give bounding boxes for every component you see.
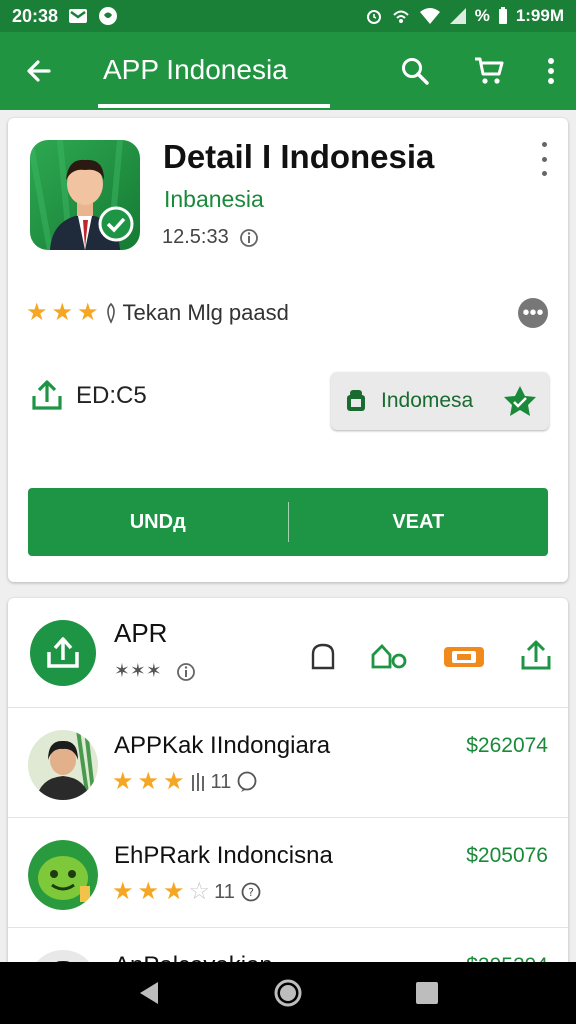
primary-action-button[interactable]: UNDд (28, 511, 288, 534)
more-options-icon[interactable]: ••• (518, 298, 548, 328)
status-time-right: 1:99M (515, 6, 564, 25)
share-row[interactable]: ED:C5 (30, 380, 147, 412)
bookmark-icon[interactable] (310, 642, 336, 670)
edit-icon[interactable] (370, 641, 408, 671)
list-item[interactable]: APPKak IIndongiara $262074 ★ ★ ★ 11 (8, 708, 568, 818)
search-button[interactable] (378, 32, 452, 110)
overflow-menu-icon (548, 58, 554, 84)
app-bar-title: APP Indonesia (103, 54, 288, 85)
app-list-card: APR ✶✶✶ APPKak IIndongiara $262074 ★ ★ ★… (8, 598, 568, 1020)
list-item-rating: ★ ★ ★ 11 (112, 770, 259, 794)
gmail-icon (68, 8, 88, 24)
category-chip[interactable]: Indomesa (331, 372, 549, 430)
search-icon (402, 58, 429, 85)
app-title: Detail I Indonesia (163, 138, 435, 175)
star-icon: ★ (51, 299, 74, 326)
upload-icon[interactable] (30, 620, 96, 686)
list-item-price: $205076 (466, 844, 548, 867)
section-subtitle-row: ✶✶✶ (114, 660, 196, 683)
status-time: 20:38 (12, 5, 59, 26)
star-empty-icon: ☆ (188, 878, 211, 905)
tab-indicator (98, 104, 330, 108)
status-bar: 20:38 % 1:99M (0, 0, 576, 32)
action-bar: UNDд VEAT (28, 488, 548, 556)
card-menu-button[interactable] (534, 142, 554, 176)
alarm-icon (365, 7, 383, 25)
list-item-title: APPKak IIndongiara (114, 732, 331, 759)
list-item-price: $262074 (466, 734, 548, 757)
nav-home-icon (274, 979, 302, 1007)
rating-row: ★ ★ ★ Tekan Mlg paasd (26, 300, 289, 326)
star-icon: ★ (26, 299, 48, 326)
nav-home-button[interactable] (258, 962, 318, 1024)
app-icon (30, 140, 140, 250)
tag-icon (106, 302, 115, 324)
share-icon[interactable] (520, 640, 552, 672)
star-icon: ★ (163, 768, 185, 795)
rating-text: Tekan Mlg paasd (122, 300, 289, 325)
section-header: APR ✶✶✶ (8, 598, 568, 708)
star-icon: ★ (163, 878, 185, 905)
badge-star-icon (504, 386, 536, 416)
hotspot-icon (391, 7, 411, 25)
section-title: APR (114, 618, 168, 648)
battery-icon (498, 7, 508, 25)
app-meta-text: 12.5:33 (162, 226, 229, 248)
battery-percent: % (474, 6, 490, 25)
nav-back-icon (140, 982, 159, 1004)
info-icon[interactable] (176, 662, 196, 682)
star-icon: ★ (112, 878, 134, 905)
notification-icon (98, 6, 118, 26)
section-subtitle: ✶✶✶ (114, 661, 162, 682)
back-button[interactable] (0, 32, 78, 110)
help-icon: ? (241, 882, 261, 902)
nav-back-button[interactable] (119, 962, 179, 1024)
chip-label: Indomesa (381, 389, 474, 412)
nav-recents-button[interactable] (397, 962, 457, 1024)
system-nav-bar (0, 962, 576, 1024)
cart-button[interactable] (452, 32, 526, 110)
star-icon: ★ (112, 768, 134, 795)
list-item[interactable]: EhPRark Indoncisna $205076 ★ ★ ★ ☆ 11 ? (8, 818, 568, 928)
list-item-count: 11 (214, 880, 235, 903)
secondary-action-button[interactable]: VEAT (289, 511, 549, 534)
avatar (28, 730, 98, 800)
list-item-rating: ★ ★ ★ ☆ 11 ? (112, 880, 263, 904)
info-icon[interactable] (239, 228, 259, 248)
share-icon (32, 380, 62, 410)
chat-icon (237, 771, 257, 792)
overflow-menu-button[interactable] (526, 32, 576, 110)
star-icon: ★ (137, 768, 160, 795)
avatar (28, 840, 98, 910)
app-meta: 12.5:33 (162, 226, 259, 249)
developer-link[interactable]: Inbanesia (164, 186, 264, 213)
signal-icon (449, 7, 467, 25)
back-arrow-icon (27, 60, 51, 82)
cart-icon (475, 57, 504, 84)
list-item-count: 11 (210, 770, 232, 793)
nav-recents-icon (415, 982, 438, 1004)
camera-icon[interactable] (442, 641, 486, 671)
list-item-title: EhPRark Indoncisna (114, 842, 333, 869)
stack-icon (191, 773, 204, 791)
android-icon (347, 390, 365, 411)
svg-text:?: ? (248, 886, 254, 899)
star-icon: ★ (77, 299, 99, 326)
app-bar: APP Indonesia (0, 32, 576, 110)
star-icon: ★ (137, 878, 160, 905)
app-detail-card: Detail I Indonesia Inbanesia 12.5:33 ★ ★… (8, 118, 568, 582)
share-label: ED:C5 (76, 382, 147, 409)
wifi-icon (419, 7, 441, 25)
